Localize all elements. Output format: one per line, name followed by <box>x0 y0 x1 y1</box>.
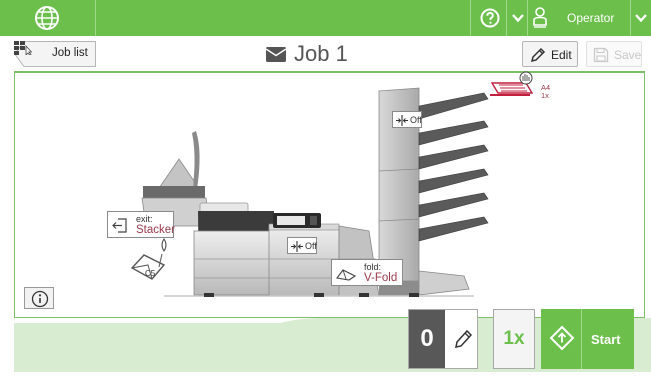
station-insert-tag[interactable]: Off <box>287 237 317 254</box>
feeder-insert-tag[interactable]: Off <box>392 111 422 128</box>
station-insert-value: Off <box>305 241 317 251</box>
globe-icon[interactable] <box>33 4 61 32</box>
folding-inserting-machine-illustration <box>130 71 534 297</box>
start-divider <box>581 309 582 369</box>
fold-label: fold: <box>364 262 382 272</box>
topbar-divider <box>630 0 631 36</box>
exit-label: exit: <box>136 214 153 224</box>
document-count-label: 1x <box>541 91 549 100</box>
save-button[interactable]: Save <box>586 41 642 67</box>
floppy-disk-icon <box>593 47 609 63</box>
app-window: Operator Job list Job 1 Edit Save Off Of… <box>0 0 651 386</box>
info-icon <box>31 290 49 308</box>
start-button[interactable]: Start <box>541 309 634 369</box>
user-name-label[interactable]: Operator <box>567 11 614 25</box>
insert-direction-icon <box>396 115 408 126</box>
topbar-divider <box>527 0 528 36</box>
job-list-icon <box>14 41 32 55</box>
exit-icon <box>112 218 127 233</box>
chevron-down-icon[interactable] <box>634 12 648 24</box>
top-bar: Operator <box>0 0 651 36</box>
envelope-icon <box>266 46 286 62</box>
pencil-icon[interactable] <box>453 328 473 350</box>
question-circle-icon[interactable] <box>480 8 500 28</box>
counter-display[interactable]: 0 <box>408 309 478 369</box>
start-diamond-icon <box>549 325 575 351</box>
edit-button[interactable]: Edit <box>522 41 578 67</box>
job-list-button[interactable]: Job list <box>14 41 96 67</box>
copies-button[interactable]: 1x <box>493 309 535 369</box>
save-label: Save <box>614 48 642 62</box>
counter-value: 0 <box>409 310 445 368</box>
info-button[interactable] <box>24 287 54 309</box>
fold-setting-tag[interactable]: fold: V-Fold <box>331 259 403 286</box>
start-label: Start <box>591 332 621 347</box>
fold-value: V-Fold <box>364 272 398 284</box>
topbar-divider <box>95 0 96 36</box>
chevron-down-icon[interactable] <box>511 12 525 24</box>
job-title: Job 1 <box>294 41 348 66</box>
exit-value: Stacker <box>136 224 175 236</box>
topbar-divider <box>506 0 507 36</box>
envelope-size-label: C5 <box>145 269 156 278</box>
page-title: Job 1 <box>266 40 348 68</box>
job-list-label: Job list <box>52 47 88 59</box>
topbar-divider <box>470 0 471 36</box>
insert-direction-icon <box>291 241 303 252</box>
exit-setting-tag[interactable]: exit: Stacker <box>107 211 175 238</box>
pencil-icon <box>530 47 546 63</box>
user-icon[interactable] <box>532 6 548 28</box>
document-setting-tag[interactable]: A4 1x <box>541 84 550 100</box>
fold-icon <box>336 269 356 281</box>
edit-label: Edit <box>551 48 572 62</box>
feeder-insert-value: Off <box>410 115 422 125</box>
